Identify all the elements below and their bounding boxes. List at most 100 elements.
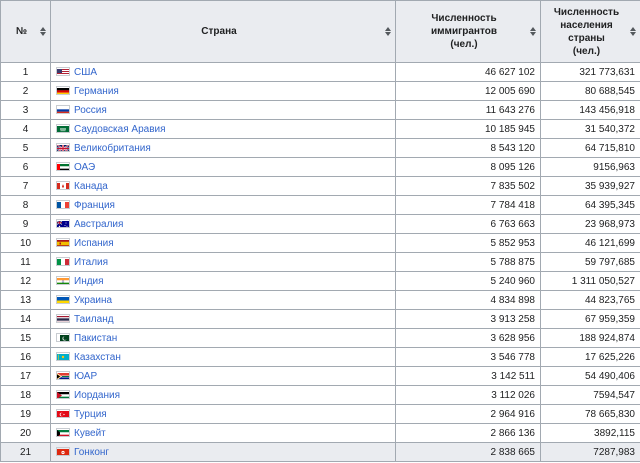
immigrants-cell: 6 763 663 [395, 214, 541, 234]
country-link[interactable]: Канада [74, 181, 108, 192]
country-link[interactable]: Иордания [74, 390, 120, 401]
immigrants-cell: 2 964 916 [395, 404, 541, 424]
population-cell: 44 823,765 [540, 290, 640, 310]
country-link[interactable]: Казахстан [74, 352, 121, 363]
population-cell: 46 121,699 [540, 233, 640, 253]
country-cell: США [50, 62, 396, 82]
country-link[interactable]: США [74, 67, 97, 78]
header-population-line: Численность [553, 6, 620, 18]
country-link[interactable]: Кувейт [74, 428, 106, 439]
rank-cell: 19 [0, 404, 51, 424]
header-num-label: № [15, 26, 28, 37]
population-cell: 3892,115 [540, 423, 640, 443]
country-link[interactable]: Украина [74, 295, 112, 306]
country-link[interactable]: Саудовская Аравия [74, 124, 166, 135]
country-link[interactable]: Германия [74, 86, 119, 97]
immigrants-cell: 4 834 898 [395, 290, 541, 310]
population-cell: 143 456,918 [540, 100, 640, 120]
header-immigrants-line: (чел.) [450, 39, 478, 50]
header-population-line: (чел.) [572, 45, 601, 57]
kuwait-flag-icon [56, 427, 70, 437]
country-link[interactable]: Индия [74, 276, 104, 287]
sort-arrows-icon[interactable] [530, 26, 536, 38]
ukraine-flag-icon [56, 294, 70, 304]
immigrants-cell: 5 240 960 [395, 271, 541, 291]
header-immigrants[interactable]: Численность иммигрантов (чел.) [395, 0, 541, 63]
population-cell: 64 395,345 [540, 195, 640, 215]
table-row: 17 ЮАР 3 142 511 54 490,406 [0, 366, 640, 386]
table-row: 15 Пакистан 3 628 956 188 924,874 [0, 328, 640, 348]
table-row: 20 Кувейт 2 866 136 3892,115 [0, 423, 640, 443]
kazakhstan-flag-icon [56, 351, 70, 361]
table-row: 9 Австралия 6 763 663 23 968,973 [0, 214, 640, 234]
country-link[interactable]: Пакистан [74, 333, 117, 344]
header-population[interactable]: Численность населения страны (чел.) [540, 0, 640, 63]
country-cell: Кувейт [50, 423, 396, 443]
table-row: 1 США 46 627 102 321 773,631 [0, 62, 640, 82]
country-cell: Саудовская Аравия [50, 119, 396, 139]
country-link[interactable]: Испания [74, 238, 114, 249]
population-cell: 31 540,372 [540, 119, 640, 139]
header-country[interactable]: Страна [50, 0, 396, 63]
country-cell: Таиланд [50, 309, 396, 329]
hong-kong-flag-icon [56, 446, 70, 456]
country-cell: Украина [50, 290, 396, 310]
rank-cell: 8 [0, 195, 51, 215]
uk-flag-icon [56, 142, 70, 152]
immigrants-cell: 5 788 875 [395, 252, 541, 272]
population-cell: 78 665,830 [540, 404, 640, 424]
immigration-table: № Страна Численность иммигрантов (чел.) … [0, 0, 640, 462]
table-row: 13 Украина 4 834 898 44 823,765 [0, 290, 640, 310]
country-link[interactable]: Турция [74, 409, 107, 420]
country-link[interactable]: Великобритания [74, 143, 151, 154]
immigrants-cell: 2 838 665 [395, 442, 541, 462]
population-cell: 54 490,406 [540, 366, 640, 386]
country-cell: Индия [50, 271, 396, 291]
rank-cell: 3 [0, 100, 51, 120]
table-row: 16 Казахстан 3 546 778 17 625,226 [0, 347, 640, 367]
country-link[interactable]: Гонконг [74, 447, 109, 458]
rank-cell: 15 [0, 328, 51, 348]
header-num[interactable]: № [0, 0, 51, 63]
header-row: № Страна Численность иммигрантов (чел.) … [0, 0, 640, 63]
rank-cell: 7 [0, 176, 51, 196]
table-row: 5 Великобритания 8 543 120 64 715,810 [0, 138, 640, 158]
population-cell: 23 968,973 [540, 214, 640, 234]
country-cell: Турция [50, 404, 396, 424]
country-cell: Россия [50, 100, 396, 120]
rank-cell: 11 [0, 252, 51, 272]
india-flag-icon [56, 275, 70, 285]
country-link[interactable]: Таиланд [74, 314, 114, 325]
population-cell: 1 311 050,527 [540, 271, 640, 291]
table-row: 7 Канада 7 835 502 35 939,927 [0, 176, 640, 196]
country-link[interactable]: Австралия [74, 219, 123, 230]
immigrants-cell: 12 005 690 [395, 81, 541, 101]
rank-cell: 9 [0, 214, 51, 234]
country-link[interactable]: ЮАР [74, 371, 97, 382]
header-population-line: населения [560, 19, 613, 31]
rank-cell: 14 [0, 309, 51, 329]
uae-flag-icon [56, 161, 70, 171]
country-cell: Франция [50, 195, 396, 215]
rank-cell: 12 [0, 271, 51, 291]
population-cell: 80 688,545 [540, 81, 640, 101]
country-cell: Австралия [50, 214, 396, 234]
population-cell: 321 773,631 [540, 62, 640, 82]
immigrants-cell: 2 866 136 [395, 423, 541, 443]
sort-arrows-icon[interactable] [630, 26, 636, 38]
country-link[interactable]: Россия [74, 105, 107, 116]
table-row: 2 Германия 12 005 690 80 688,545 [0, 81, 640, 101]
canada-flag-icon [56, 180, 70, 190]
table-row: 21 Гонконг 2 838 665 7287,983 [0, 442, 640, 462]
table-row: 10 Испания 5 852 953 46 121,699 [0, 233, 640, 253]
italy-flag-icon [56, 256, 70, 266]
sort-arrows-icon[interactable] [385, 26, 391, 38]
country-link[interactable]: Франция [74, 200, 115, 211]
country-link[interactable]: ОАЭ [74, 162, 95, 173]
rank-cell: 21 [0, 442, 51, 462]
sort-arrows-icon[interactable] [40, 26, 46, 38]
immigrants-cell: 46 627 102 [395, 62, 541, 82]
immigrants-cell: 3 546 778 [395, 347, 541, 367]
table-body: 1 США 46 627 102 321 773,631 2 Германия 12 005… [0, 62, 640, 462]
country-link[interactable]: Италия [74, 257, 108, 268]
